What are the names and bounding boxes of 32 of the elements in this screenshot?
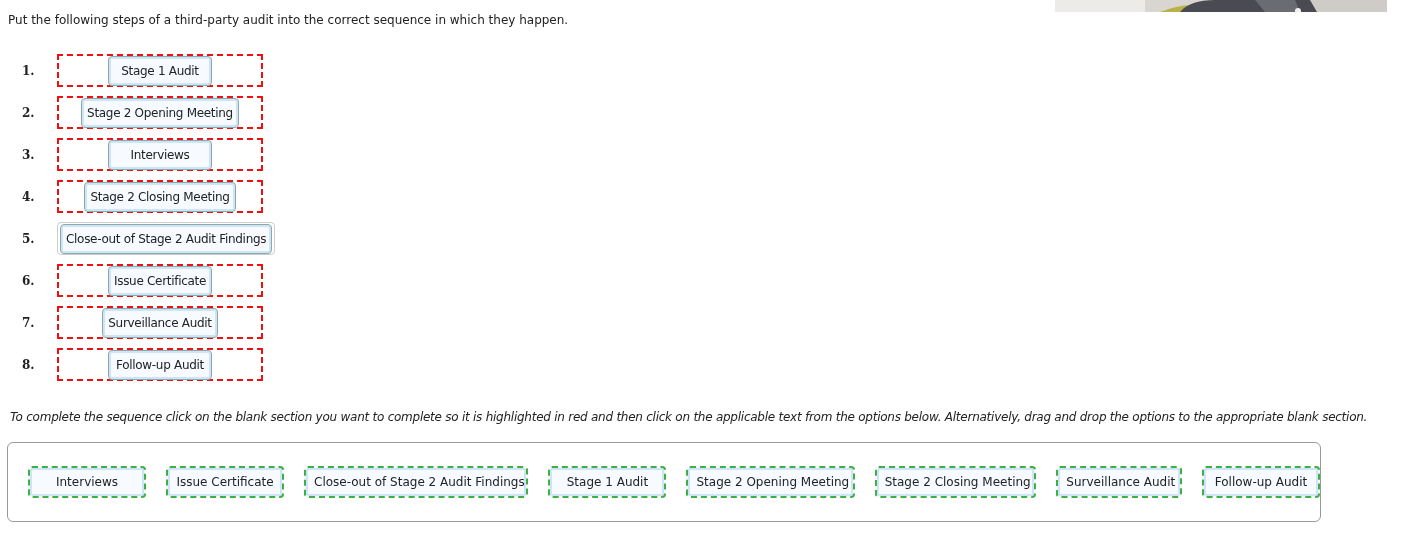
option-chip[interactable]: Interviews — [28, 466, 146, 498]
answer-slot[interactable]: Stage 2 Closing Meeting — [57, 180, 263, 213]
answer-slot[interactable]: Issue Certificate — [57, 264, 263, 297]
answer-slot[interactable]: Stage 2 Opening Meeting — [57, 96, 263, 129]
option-chip[interactable]: Stage 2 Closing Meeting — [874, 466, 1037, 498]
option-chip[interactable]: Stage 2 Opening Meeting — [686, 466, 855, 498]
option-chip[interactable]: Close-out of Stage 2 Audit Findings — [304, 466, 529, 498]
option-chip[interactable]: Stage 1 Audit — [548, 466, 667, 498]
answer-slot[interactable]: Surveillance Audit — [57, 306, 263, 339]
step-number: 7. — [21, 315, 36, 330]
answer-chip[interactable]: Stage 2 Closing Meeting — [84, 181, 236, 212]
answer-chip[interactable]: Follow-up Audit — [108, 349, 212, 380]
step-number: 8. — [21, 357, 36, 372]
instructions-text: To complete the sequence click on the blank section you want to complete so it is highlighted in red and then click on the applicable text from the options below. Alternatively, drag and drop the options to the appropriate blank section. — [10, 410, 1369, 424]
answer-chip[interactable]: Stage 1 Audit — [108, 55, 212, 86]
answer-chip[interactable]: Stage 2 Opening Meeting — [81, 97, 239, 128]
answer-slot[interactable]: Interviews — [57, 138, 263, 171]
option-chip[interactable]: Follow-up Audit — [1202, 466, 1320, 498]
step-number: 5. — [21, 231, 36, 246]
answer-slot[interactable]: Follow-up Audit — [57, 348, 263, 381]
step-number: 6. — [21, 273, 36, 288]
question-text: Put the following steps of a third-party audit into the correct sequence in which they happen. — [8, 13, 569, 27]
answer-slot[interactable]: Stage 1 Audit — [57, 54, 263, 87]
option-chip[interactable]: Issue Certificate — [166, 466, 284, 498]
step-number: 3. — [21, 147, 36, 162]
step-number: 2. — [21, 105, 36, 120]
answer-chip[interactable]: Issue Certificate — [107, 265, 213, 296]
option-chip[interactable]: Surveillance Audit — [1056, 466, 1182, 498]
answer-chip[interactable]: Interviews — [108, 139, 212, 170]
answer-chip[interactable]: Surveillance Audit — [102, 307, 218, 338]
step-number: 4. — [21, 189, 36, 204]
step-number: 1. — [21, 63, 36, 78]
